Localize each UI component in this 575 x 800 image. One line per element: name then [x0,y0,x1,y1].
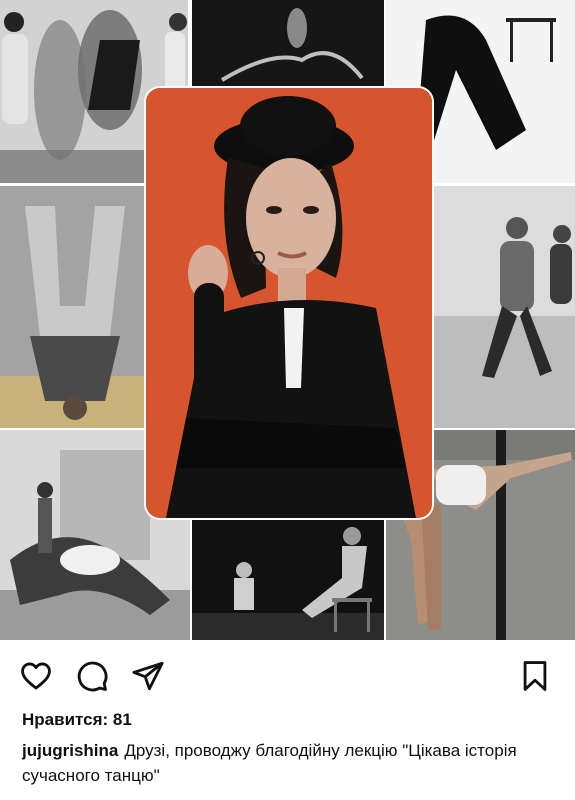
heart-icon[interactable] [16,656,56,696]
collage-portrait-woman-in-hat [146,88,432,518]
post-image-collage[interactable] [0,0,575,640]
post-action-bar [0,642,575,708]
likes-label: Нравится: [22,710,109,729]
paper-plane-icon[interactable] [128,656,168,696]
collage-photo-dancer-upside-down [0,186,145,428]
collage-photo-dancer-leap [192,0,384,88]
collage-photo-dancers-stage [192,518,384,640]
caption-username[interactable]: jujugrishina [22,741,118,760]
likes-number: 81 [112,710,132,729]
post-caption: jujugrishina Друзі, проводжу благодійну л… [22,738,557,788]
comment-icon[interactable] [72,656,112,696]
bookmark-icon[interactable] [515,656,555,696]
likes-count[interactable]: Нравится: 81 [22,710,132,730]
collage-photo-dancers-running [432,186,575,428]
